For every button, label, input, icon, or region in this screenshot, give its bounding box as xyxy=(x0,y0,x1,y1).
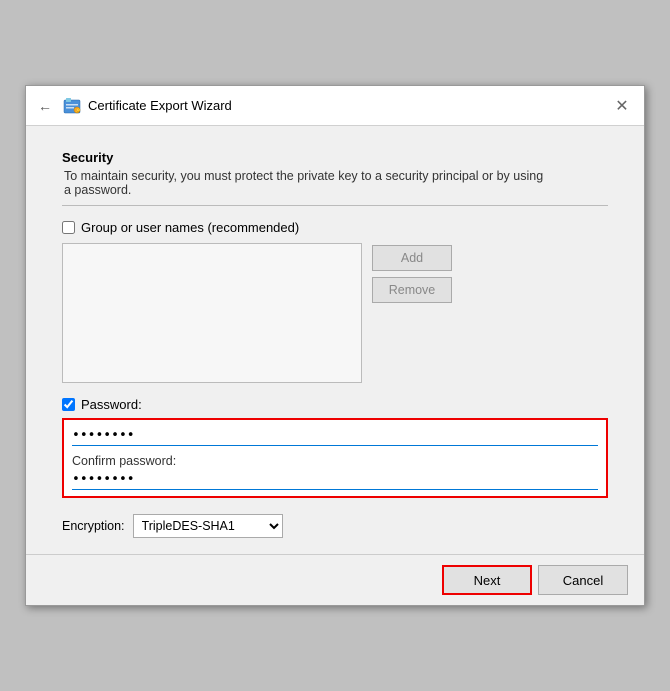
wizard-icon: 🔑 xyxy=(62,96,82,116)
group-buttons: Add Remove xyxy=(372,243,452,383)
encryption-row: Encryption: TripleDES-SHA1 AES256-SHA256 xyxy=(62,514,608,538)
dialog-content: Security To maintain security, you must … xyxy=(26,126,644,554)
group-checkbox[interactable] xyxy=(62,221,75,234)
dialog-title: Certificate Export Wizard xyxy=(88,98,232,113)
section-description: To maintain security, you must protect t… xyxy=(62,169,608,197)
close-button[interactable]: ✕ xyxy=(610,94,634,118)
section-title: Security xyxy=(62,150,608,165)
password-input[interactable] xyxy=(72,426,598,446)
password-checkbox-row: Password: xyxy=(62,397,608,412)
encryption-select[interactable]: TripleDES-SHA1 AES256-SHA256 xyxy=(133,514,283,538)
password-section: Password: Confirm password: xyxy=(62,397,608,498)
group-checkbox-label: Group or user names (recommended) xyxy=(81,220,299,235)
group-checkbox-row: Group or user names (recommended) xyxy=(62,220,608,235)
group-area: Add Remove xyxy=(62,243,608,383)
dialog-footer: Next Cancel xyxy=(26,554,644,605)
title-bar-left: ← 🔑 Certificate Export Wizard xyxy=(34,96,232,116)
group-listbox[interactable] xyxy=(62,243,362,383)
add-button[interactable]: Add xyxy=(372,245,452,271)
cancel-button[interactable]: Cancel xyxy=(538,565,628,595)
password-box: Confirm password: xyxy=(62,418,608,498)
confirm-password-input[interactable] xyxy=(72,470,598,490)
confirm-label: Confirm password: xyxy=(72,454,598,468)
password-checkbox[interactable] xyxy=(62,398,75,411)
encryption-label: Encryption: xyxy=(62,519,125,533)
certificate-export-wizard-dialog: ← 🔑 Certificate Export Wizard ✕ Security… xyxy=(25,85,645,606)
password-checkbox-label: Password: xyxy=(81,397,142,412)
next-button[interactable]: Next xyxy=(442,565,532,595)
remove-button[interactable]: Remove xyxy=(372,277,452,303)
divider xyxy=(62,205,608,206)
back-button[interactable]: ← xyxy=(34,96,56,116)
svg-text:🔑: 🔑 xyxy=(76,108,81,113)
title-bar: ← 🔑 Certificate Export Wizard ✕ xyxy=(26,86,644,126)
